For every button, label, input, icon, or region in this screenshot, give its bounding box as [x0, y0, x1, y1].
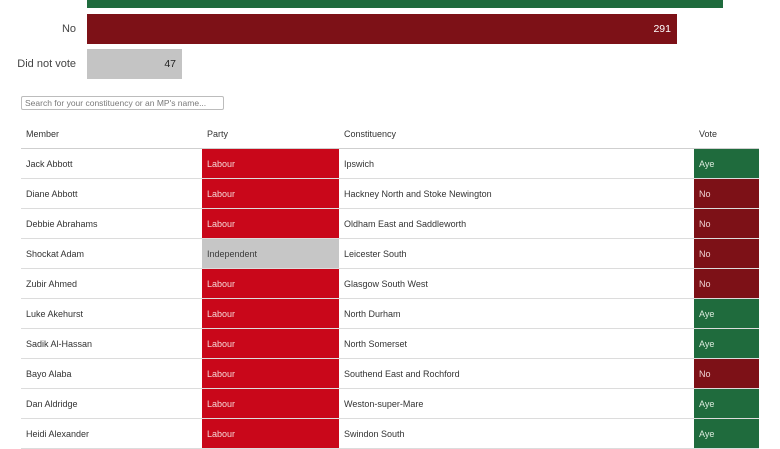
table-row: Zubir Ahmed Labour Glasgow South West No: [21, 268, 759, 299]
member-name: Bayo Alaba: [21, 358, 202, 389]
mp-votes-table: Member Party Constituency Vote Jack Abbo…: [21, 120, 759, 449]
member-name: Sadik Al-Hassan: [21, 328, 202, 359]
vote-cell: Aye: [694, 298, 759, 329]
vote-cell: No: [694, 358, 759, 389]
result-row-aye: [0, 0, 780, 8]
party-cell: Labour: [202, 388, 339, 419]
constituency-cell: North Somerset: [339, 328, 694, 359]
result-label-no: No: [61, 23, 76, 35]
vote-cell: Aye: [694, 388, 759, 419]
column-header-member[interactable]: Member: [21, 120, 202, 149]
constituency-cell: North Durham: [339, 298, 694, 329]
member-name: Shockat Adam: [21, 238, 202, 269]
table-row: Heidi Alexander Labour Swindon South Aye: [21, 418, 759, 449]
vote-cell: No: [694, 268, 759, 299]
member-name: Zubir Ahmed: [21, 268, 202, 299]
result-bar-did-not-vote: 47: [87, 49, 182, 79]
result-bar-aye: [87, 0, 723, 8]
column-header-party[interactable]: Party: [202, 120, 339, 149]
constituency-cell: Southend East and Rochford: [339, 358, 694, 389]
party-cell: Labour: [202, 418, 339, 449]
party-cell: Independent: [202, 238, 339, 269]
member-name: Luke Akehurst: [21, 298, 202, 329]
party-cell: Labour: [202, 358, 339, 389]
vote-cell: Aye: [694, 328, 759, 359]
column-header-vote[interactable]: Vote: [694, 120, 759, 149]
result-bar-no: 291: [87, 14, 677, 44]
table-row: Luke Akehurst Labour North Durham Aye: [21, 298, 759, 329]
party-cell: Labour: [202, 148, 339, 179]
column-header-constituency[interactable]: Constituency: [339, 120, 694, 149]
result-count-did-not-vote: 47: [164, 58, 176, 70]
vote-cell: Aye: [694, 418, 759, 449]
constituency-cell: Ipswich: [339, 148, 694, 179]
vote-cell: No: [694, 238, 759, 269]
member-name: Jack Abbott: [21, 148, 202, 179]
member-name: Dan Aldridge: [21, 388, 202, 419]
vote-cell: Aye: [694, 148, 759, 179]
constituency-cell: Glasgow South West: [339, 268, 694, 299]
table-row: Sadik Al-Hassan Labour North Somerset Ay…: [21, 328, 759, 359]
party-cell: Labour: [202, 208, 339, 239]
constituency-cell: Leicester South: [339, 238, 694, 269]
table-row: Shockat Adam Independent Leicester South…: [21, 238, 759, 269]
vote-cell: No: [694, 208, 759, 239]
party-cell: Labour: [202, 268, 339, 299]
table-row: Debbie Abrahams Labour Oldham East and S…: [21, 208, 759, 239]
table-header-row: Member Party Constituency Vote: [21, 120, 759, 149]
constituency-cell: Swindon South: [339, 418, 694, 449]
table-row: Jack Abbott Labour Ipswich Aye: [21, 148, 759, 179]
constituency-cell: Oldham East and Saddleworth: [339, 208, 694, 239]
result-label-did-not-vote: Did not vote: [17, 58, 76, 70]
party-cell: Labour: [202, 298, 339, 329]
constituency-cell: Hackney North and Stoke Newington: [339, 178, 694, 209]
constituency-search-input[interactable]: [21, 96, 224, 110]
result-row-no: No 291: [0, 14, 780, 44]
member-name: Diane Abbott: [21, 178, 202, 209]
party-cell: Labour: [202, 328, 339, 359]
table-row: Diane Abbott Labour Hackney North and St…: [21, 178, 759, 209]
constituency-cell: Weston-super-Mare: [339, 388, 694, 419]
party-cell: Labour: [202, 178, 339, 209]
table-row: Dan Aldridge Labour Weston-super-Mare Ay…: [21, 388, 759, 419]
member-name: Heidi Alexander: [21, 418, 202, 449]
result-count-no: 291: [653, 23, 671, 35]
vote-cell: No: [694, 178, 759, 209]
result-row-did-not-vote: Did not vote 47: [0, 49, 780, 79]
table-row: Bayo Alaba Labour Southend East and Roch…: [21, 358, 759, 389]
member-name: Debbie Abrahams: [21, 208, 202, 239]
